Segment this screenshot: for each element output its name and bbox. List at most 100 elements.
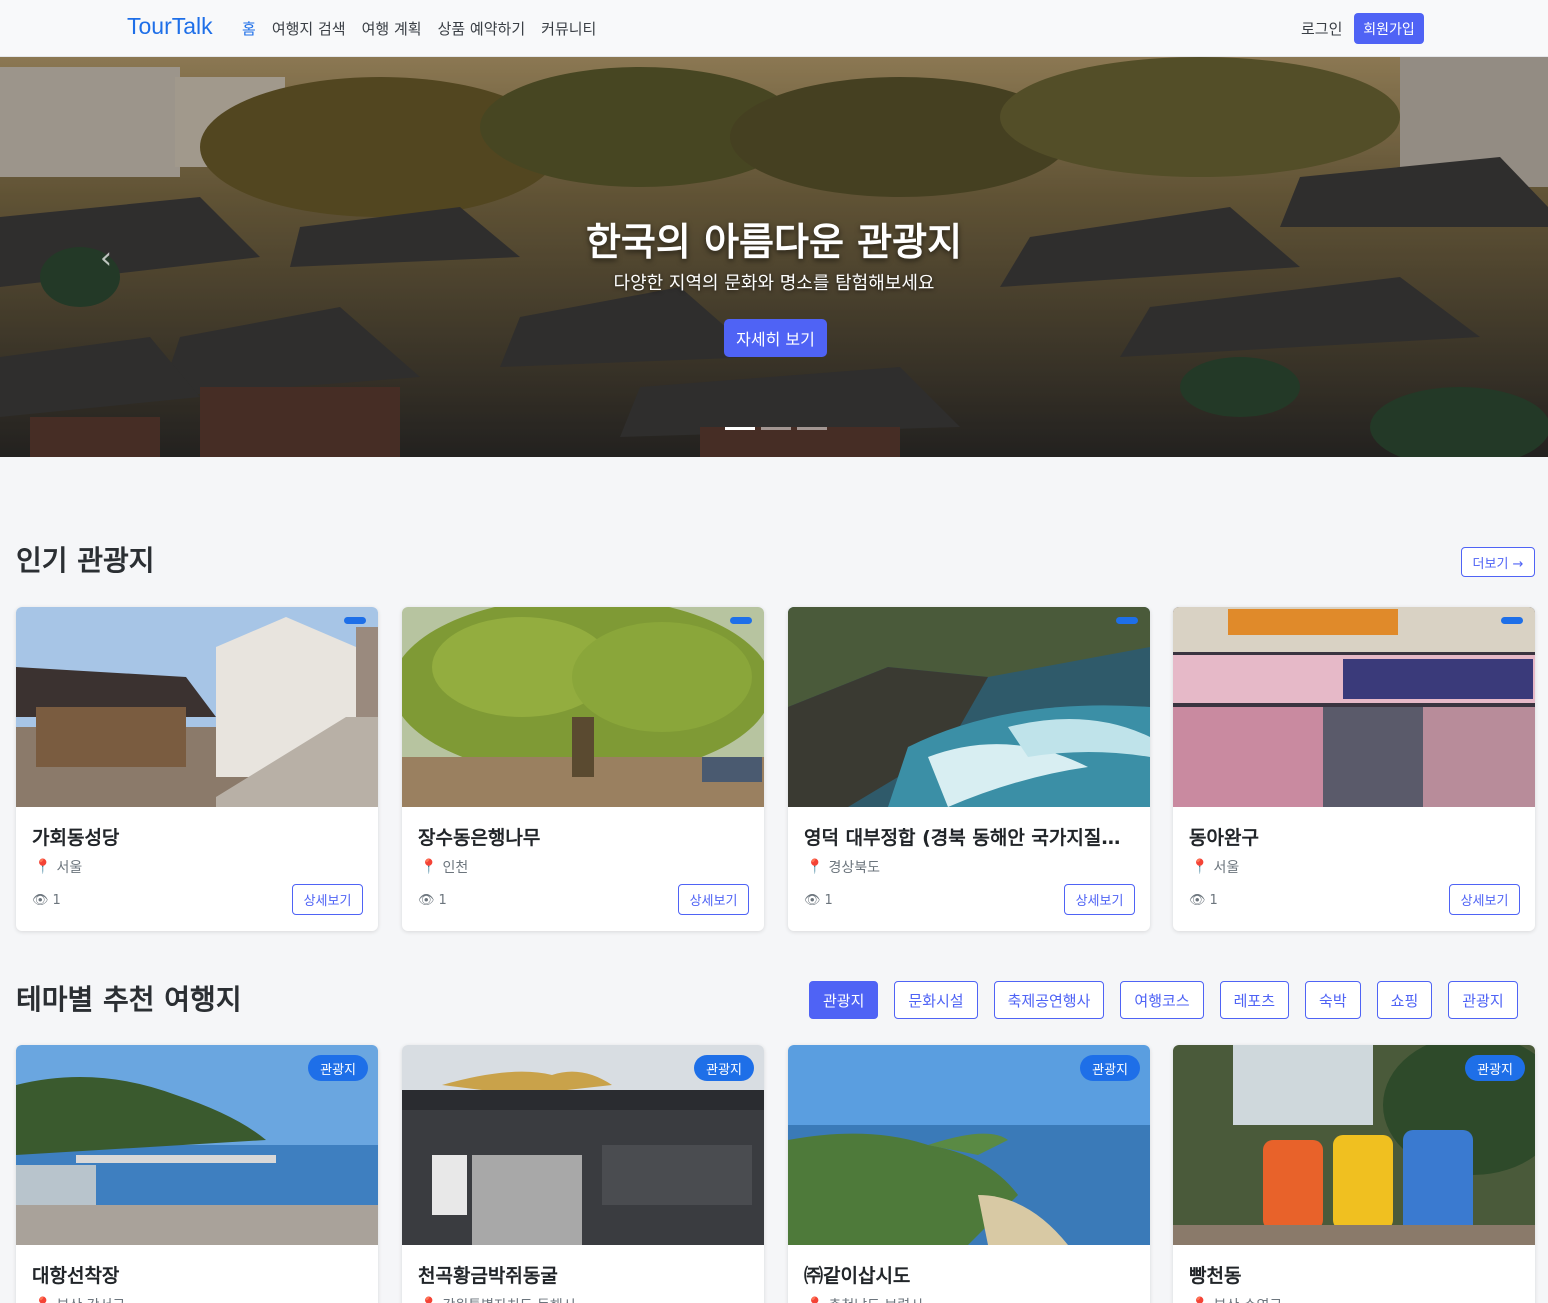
image-indicator [1501, 617, 1523, 624]
nav-booking[interactable]: 상품 예약하기 [438, 18, 526, 39]
eye-icon: 👁 [32, 893, 49, 908]
nav-search[interactable]: 여행지 검색 [272, 18, 346, 39]
popular-card[interactable]: 장수동은행나무 📍 인천 👁 1 상세보기 [402, 607, 764, 931]
detail-button[interactable]: 상세보기 [292, 884, 363, 915]
card-image: 관광지 [788, 1045, 1150, 1245]
detail-button[interactable]: 상세보기 [1064, 884, 1135, 915]
popular-section-title: 인기 관광지 [16, 544, 155, 577]
card-title: 동아완구 [1189, 827, 1259, 849]
location-pin-icon: 📍 [1191, 859, 1209, 875]
image-indicator [730, 617, 752, 624]
hero-detail-button[interactable]: 자세히 보기 [724, 319, 827, 357]
card-title: 장수동은행나무 [418, 827, 541, 849]
category-badge: 관광지 [1080, 1055, 1140, 1081]
popular-card[interactable]: 영덕 대부정합 (경북 동해안 국가지질공원) 📍 경상북도 👁 1 상세보기 [788, 607, 1150, 931]
hero-subtitle: 다양한 지역의 문화와 명소를 탐험해보세요 [613, 273, 935, 294]
navbar: TourTalk 홈 여행지 검색 여행 계획 상품 예약하기 커뮤니티 로그인… [0, 0, 1548, 57]
popular-card[interactable]: 가회동성당 📍 서울 👁 1 상세보기 [16, 607, 378, 931]
nav-home[interactable]: 홈 [242, 18, 256, 39]
location-pin-icon: 📍 [806, 859, 824, 875]
card-title: 천곡황금박쥐동굴 [418, 1265, 558, 1287]
card-image [1173, 607, 1535, 807]
card-title: ㈜같이삽시도 [804, 1265, 911, 1287]
category-badge: 관광지 [694, 1055, 754, 1081]
carousel-indicators [725, 427, 827, 430]
category-badge: 관광지 [308, 1055, 368, 1081]
image-indicator [1116, 617, 1138, 624]
carousel-indicator[interactable] [725, 427, 755, 430]
nav-community[interactable]: 커뮤니티 [541, 18, 596, 39]
card-views: 👁 1 [1189, 893, 1218, 908]
detail-button[interactable]: 상세보기 [678, 884, 749, 915]
card-image [788, 607, 1150, 807]
card-views: 👁 1 [804, 893, 833, 908]
location-text: 부산 수영구 [1213, 1295, 1282, 1303]
eye-icon: 👁 [418, 893, 435, 908]
login-link[interactable]: 로그인 [1301, 18, 1342, 39]
location-text: 서울 [1213, 860, 1240, 876]
eye-icon: 👁 [804, 893, 821, 908]
filter-tourist-spot[interactable]: 관광지 [809, 981, 879, 1019]
theme-section-title: 테마별 추천 여행지 [16, 983, 242, 1016]
card-views: 👁 1 [32, 893, 61, 908]
card-title: 영덕 대부정합 (경북 동해안 국가지질공원) [804, 827, 1134, 849]
card-image: 관광지 [1173, 1045, 1535, 1245]
card-title: 대항선착장 [32, 1265, 120, 1287]
card-location: 📍 서울 [1191, 857, 1239, 877]
location-pin-icon: 📍 [34, 859, 52, 875]
filter-shopping[interactable]: 쇼핑 [1376, 981, 1433, 1019]
card-views: 👁 1 [418, 893, 447, 908]
card-image [402, 607, 764, 807]
more-button[interactable]: 더보기 → [1461, 547, 1535, 577]
location-text: 경상북도 [828, 860, 880, 876]
location-text: 충청남도 보령시 [828, 1295, 923, 1303]
views-count: 1 [824, 893, 833, 908]
nav-links: 홈 여행지 검색 여행 계획 상품 예약하기 커뮤니티 [242, 18, 596, 39]
views-count: 1 [1209, 893, 1218, 908]
location-pin-icon: 📍 [420, 1297, 437, 1303]
carousel-indicator[interactable] [797, 427, 827, 430]
card-image [16, 607, 378, 807]
filter-lodging[interactable]: 숙박 [1305, 981, 1361, 1019]
card-title: 빵천동 [1189, 1265, 1242, 1287]
location-text: 강원특별자치도 동해시 [442, 1295, 575, 1303]
eye-icon: 👁 [1189, 893, 1206, 908]
theme-card[interactable]: 관광지 ㈜같이삽시도 📍 충청남도 보령시 [788, 1045, 1150, 1303]
card-location: 📍 충청남도 보령시 [806, 1295, 923, 1303]
card-title: 가회동성당 [32, 827, 120, 849]
location-pin-icon: 📍 [420, 859, 438, 875]
theme-card[interactable]: 관광지 천곡황금박쥐동굴 📍 강원특별자치도 동해시 [402, 1045, 764, 1303]
card-location: 📍 부산 강서구 [34, 1295, 125, 1303]
location-text: 부산 강서구 [56, 1295, 125, 1303]
location-pin-icon: 📍 [34, 1297, 51, 1303]
location-text: 서울 [56, 860, 83, 876]
filter-leisure[interactable]: 레포츠 [1219, 981, 1290, 1019]
location-pin-icon: 📍 [1191, 1297, 1208, 1303]
filter-culture[interactable]: 문화시설 [894, 981, 978, 1019]
location-text: 인천 [442, 860, 469, 876]
theme-card[interactable]: 관광지 대항선착장 📍 부산 강서구 [16, 1045, 378, 1303]
theme-filters: 관광지 문화시설 축제공연행사 여행코스 레포츠 숙박 쇼핑 관광지 [809, 981, 1518, 1019]
popular-card[interactable]: 동아완구 📍 서울 👁 1 상세보기 [1173, 607, 1535, 931]
detail-button[interactable]: 상세보기 [1449, 884, 1520, 915]
card-image: 관광지 [402, 1045, 764, 1245]
card-location: 📍 부산 수영구 [1191, 1295, 1282, 1303]
filter-festival[interactable]: 축제공연행사 [993, 981, 1105, 1019]
card-image: 관광지 [16, 1045, 378, 1245]
filter-course[interactable]: 여행코스 [1120, 981, 1204, 1019]
card-location: 📍 강원특별자치도 동해시 [420, 1295, 576, 1303]
category-badge: 관광지 [1465, 1055, 1525, 1081]
theme-card[interactable]: 관광지 빵천동 📍 부산 수영구 [1173, 1045, 1535, 1303]
nav-plan[interactable]: 여행 계획 [362, 18, 422, 39]
views-count: 1 [52, 893, 61, 908]
views-count: 1 [438, 893, 447, 908]
hero-title: 한국의 아름다운 관광지 [585, 220, 963, 264]
hero-carousel: ‹ 한국의 아름다운 관광지 다양한 지역의 문화와 명소를 탐험해보세요 자세… [0, 57, 1548, 457]
card-location: 📍 인천 [420, 857, 468, 877]
card-location: 📍 경상북도 [806, 857, 880, 877]
filter-tourist-spot-2[interactable]: 관광지 [1448, 981, 1518, 1019]
card-location: 📍 서울 [34, 857, 82, 877]
brand-logo[interactable]: TourTalk [127, 13, 213, 40]
carousel-indicator[interactable] [761, 427, 791, 430]
signup-button[interactable]: 회원가입 [1354, 13, 1424, 44]
